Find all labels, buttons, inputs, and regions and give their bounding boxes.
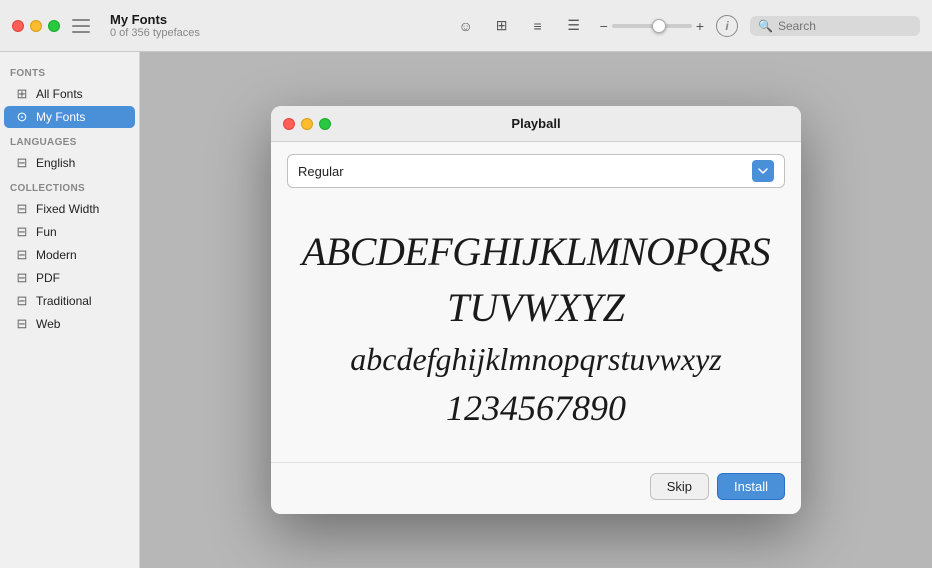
fixed-width-icon: ⊟ [14, 201, 30, 217]
traditional-icon: ⊟ [14, 293, 30, 309]
sidebar-item-fixed-width[interactable]: ⊟ Fixed Width [4, 198, 135, 220]
minimize-button[interactable] [30, 20, 42, 32]
preview-lowercase-line: abcdefghijklmnopqrstuvwxyz [350, 340, 721, 378]
font-preview-display: ABCDEFGHIJKLMNOPQRS TUVWXYZ abcdefghijkl… [287, 208, 785, 450]
modal-minimize-button[interactable] [301, 118, 313, 130]
close-button[interactable] [12, 20, 24, 32]
sidebar-item-traditional[interactable]: ⊟ Traditional [4, 290, 135, 312]
sidebar-item-label: Fixed Width [36, 202, 99, 216]
sidebar-item-all-fonts[interactable]: ⊞ All Fonts [4, 83, 135, 105]
slider-decrease-icon[interactable]: − [600, 18, 608, 34]
window-title-area: My Fonts 0 of 356 typefaces [110, 12, 452, 39]
bullet-view-button[interactable]: ☰ [560, 15, 588, 37]
sidebar-item-label: All Fonts [36, 87, 83, 101]
font-preview-area: Playball Regular [140, 52, 932, 568]
sidebar-section-fonts: Fonts [0, 60, 139, 82]
modal-traffic-lights [283, 118, 331, 130]
modern-icon: ⊟ [14, 247, 30, 263]
info-button[interactable]: i [716, 15, 738, 37]
sidebar: Fonts ⊞ All Fonts ⊙ My Fonts Languages ⊟… [0, 52, 140, 568]
modal-body: Regular ABCDEFGHIJKLMNOPQRS [271, 142, 801, 462]
preview-uppercase-line2: TUVWXYZ [447, 284, 625, 332]
preview-uppercase-line: ABCDEFGHIJKLMNOPQRS [302, 228, 770, 276]
window-subtitle: 0 of 356 typefaces [110, 27, 452, 39]
toolbar-view-buttons: ☺ ⊞ ≡ ☰ [452, 15, 588, 37]
modal-close-button[interactable] [283, 118, 295, 130]
sidebar-item-label: Web [36, 317, 60, 331]
sidebar-item-pdf[interactable]: ⊟ PDF [4, 267, 135, 289]
slider-increase-icon[interactable]: + [696, 18, 704, 34]
emoji-view-button[interactable]: ☺ [452, 15, 480, 37]
search-input[interactable] [778, 19, 912, 33]
web-icon: ⊟ [14, 316, 30, 332]
sidebar-item-english[interactable]: ⊟ English [4, 152, 135, 174]
my-fonts-icon: ⊙ [14, 109, 30, 125]
font-style-selector[interactable]: Regular [287, 154, 785, 188]
slider-track[interactable] [612, 24, 692, 28]
sidebar-item-my-fonts[interactable]: ⊙ My Fonts [4, 106, 135, 128]
modal-footer: Skip Install [271, 462, 801, 514]
modal-overlay: Playball Regular [140, 52, 932, 568]
window-traffic-lights [12, 20, 60, 32]
all-fonts-icon: ⊞ [14, 86, 30, 102]
size-slider[interactable]: − + [600, 18, 704, 34]
slider-thumb[interactable] [652, 19, 666, 33]
sidebar-item-label: My Fonts [36, 110, 85, 124]
modal-title-bar: Playball [271, 106, 801, 142]
sidebar-item-modern[interactable]: ⊟ Modern [4, 244, 135, 266]
search-icon: 🔍 [758, 19, 773, 33]
install-button[interactable]: Install [717, 473, 785, 500]
search-box[interactable]: 🔍 [750, 16, 920, 36]
sidebar-item-web[interactable]: ⊟ Web [4, 313, 135, 335]
sidebar-item-label: PDF [36, 271, 60, 285]
pdf-icon: ⊟ [14, 270, 30, 286]
sidebar-item-label: Traditional [36, 294, 92, 308]
main-content: Fonts ⊞ All Fonts ⊙ My Fonts Languages ⊟… [0, 52, 932, 568]
list-view-button[interactable]: ≡ [524, 15, 552, 37]
sidebar-toggle-button[interactable] [72, 19, 90, 33]
modal-title: Playball [511, 116, 560, 131]
window-title: My Fonts [110, 12, 452, 27]
sidebar-item-label: Fun [36, 225, 57, 239]
grid-view-button[interactable]: ⊞ [488, 15, 516, 37]
font-style-label: Regular [298, 164, 344, 179]
title-bar: My Fonts 0 of 356 typefaces ☺ ⊞ ≡ ☰ − + … [0, 0, 932, 52]
preview-numbers-line: 1234567890 [446, 387, 626, 430]
modal-window: Playball Regular [271, 106, 801, 514]
fun-icon: ⊟ [14, 224, 30, 240]
sidebar-item-label: Modern [36, 248, 77, 262]
sidebar-section-collections: Collections [0, 175, 139, 197]
sidebar-section-languages: Languages [0, 129, 139, 151]
maximize-button[interactable] [48, 20, 60, 32]
english-icon: ⊟ [14, 155, 30, 171]
modal-maximize-button[interactable] [319, 118, 331, 130]
sidebar-item-label: English [36, 156, 75, 170]
font-style-arrow-icon [752, 160, 774, 182]
skip-button[interactable]: Skip [650, 473, 709, 500]
sidebar-item-fun[interactable]: ⊟ Fun [4, 221, 135, 243]
